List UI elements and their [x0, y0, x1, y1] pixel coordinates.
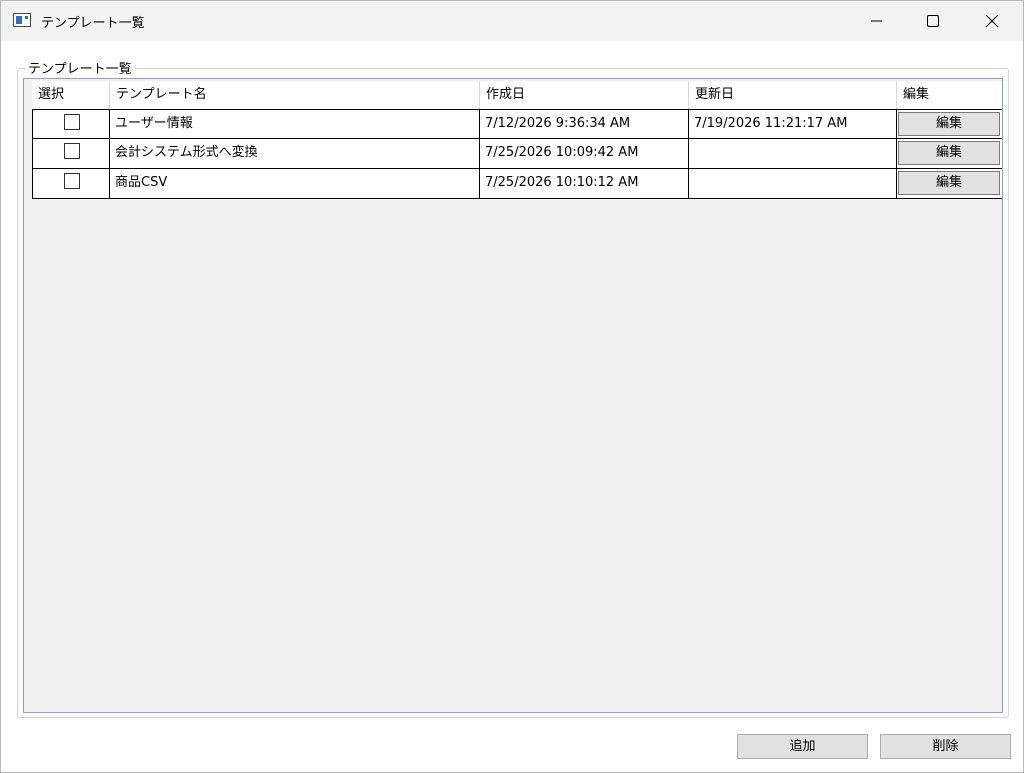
column-header-created[interactable]: 作成日: [480, 81, 689, 109]
template-name-cell: ユーザー情報: [110, 110, 480, 139]
created-date-cell: 7/25/2026 10:09:42 AM: [480, 139, 689, 168]
minimize-button[interactable]: [847, 1, 905, 41]
edit-cell: 編集: [897, 139, 1002, 168]
template-grid[interactable]: 選択 テンプレート名 作成日 更新日 編集 ユーザー情報 7/12/2026 9…: [23, 78, 1003, 713]
minimize-icon: [871, 20, 882, 22]
select-checkbox[interactable]: [64, 143, 80, 159]
updated-date-cell: [689, 169, 897, 198]
created-date-cell: 7/25/2026 10:10:12 AM: [480, 169, 689, 198]
table-row[interactable]: 会計システム形式へ変換 7/25/2026 10:09:42 AM 編集: [32, 139, 1002, 169]
edit-cell: 編集: [897, 110, 1002, 139]
grid-header: 選択 テンプレート名 作成日 更新日 編集: [32, 81, 1002, 109]
edit-button[interactable]: 編集: [898, 141, 1000, 165]
created-date-cell: 7/12/2026 9:36:34 AM: [480, 110, 689, 139]
template-list-window: テンプレート一覧 テンプレート一覧 選択 テンプレート名 作成日 更新日 編集: [0, 0, 1024, 773]
edit-button[interactable]: 編集: [898, 171, 1000, 195]
column-header-select[interactable]: 選択: [32, 81, 110, 109]
maximize-icon: [927, 15, 939, 27]
select-cell: [32, 139, 110, 168]
template-name-cell: 商品CSV: [110, 169, 480, 198]
title-bar[interactable]: テンプレート一覧: [1, 1, 1023, 41]
maximize-button[interactable]: [904, 1, 962, 41]
group-label: テンプレート一覧: [25, 58, 135, 77]
close-icon: [985, 14, 999, 28]
edit-button[interactable]: 編集: [898, 112, 1000, 136]
column-header-edit[interactable]: 編集: [897, 81, 1002, 109]
table-row[interactable]: ユーザー情報 7/12/2026 9:36:34 AM 7/19/2026 11…: [32, 109, 1002, 139]
select-cell: [32, 110, 110, 139]
edit-cell: 編集: [897, 169, 1002, 198]
select-checkbox[interactable]: [64, 173, 80, 189]
table-row[interactable]: 商品CSV 7/25/2026 10:10:12 AM 編集: [32, 169, 1002, 199]
template-name-cell: 会計システム形式へ変換: [110, 139, 480, 168]
select-checkbox[interactable]: [64, 114, 80, 130]
window-app-icon: [13, 13, 31, 27]
close-button[interactable]: [962, 1, 1020, 41]
column-header-name[interactable]: テンプレート名: [110, 81, 480, 109]
select-cell: [32, 169, 110, 198]
delete-button[interactable]: 削除: [880, 734, 1011, 759]
updated-date-cell: [689, 139, 897, 168]
column-header-updated[interactable]: 更新日: [689, 81, 897, 109]
add-button[interactable]: 追加: [737, 734, 868, 759]
updated-date-cell: 7/19/2026 11:21:17 AM: [689, 110, 897, 139]
window-title: テンプレート一覧: [41, 16, 145, 31]
